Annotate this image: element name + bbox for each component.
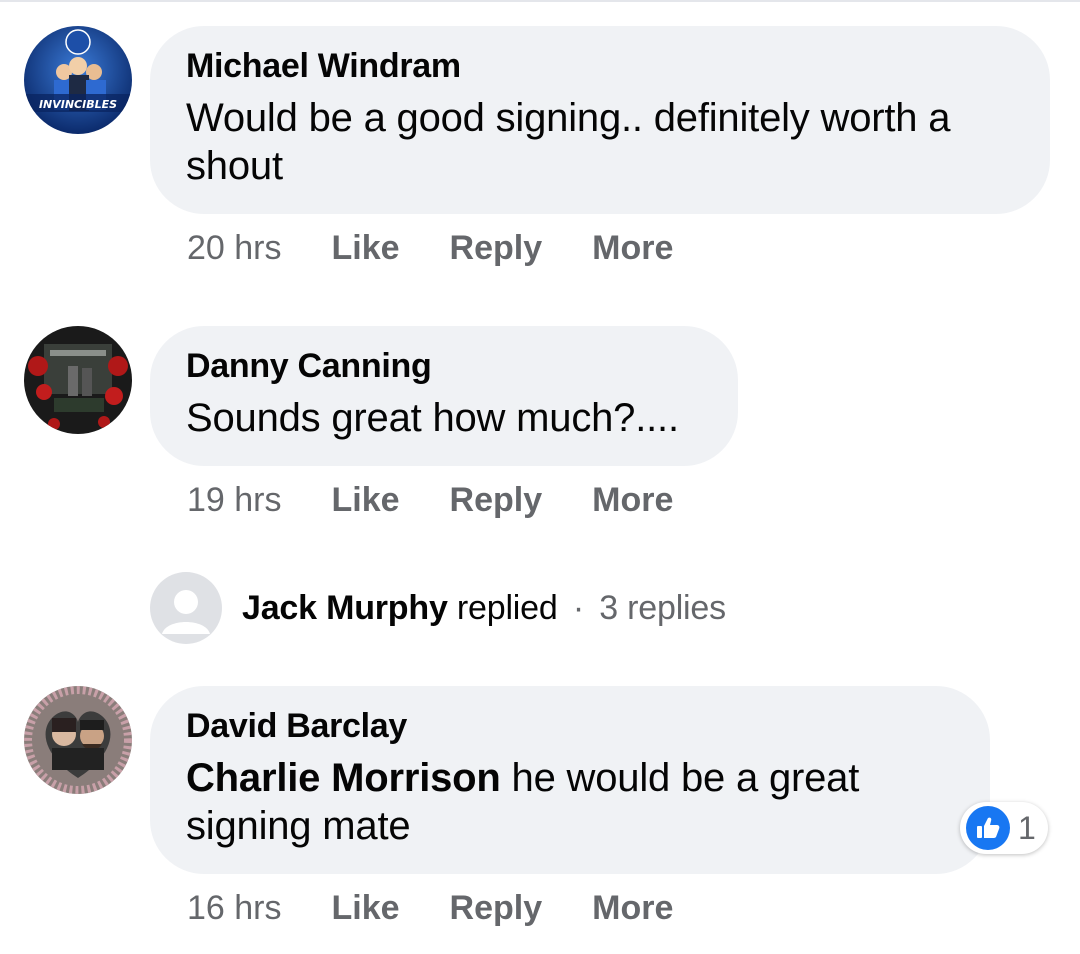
avatar[interactable] — [24, 686, 132, 794]
reply-button[interactable]: Reply — [450, 888, 543, 928]
avatar-image — [24, 686, 132, 794]
view-replies-link[interactable]: Jack Murphy replied · 3 replies — [150, 572, 726, 644]
comment-timestamp[interactable]: 16 hrs — [187, 888, 282, 928]
more-button[interactable]: More — [592, 228, 673, 268]
comment-author[interactable]: Michael Windram — [186, 46, 1014, 86]
reply-button[interactable]: Reply — [450, 228, 543, 268]
comment-actions: 16 hrs Like Reply More — [187, 888, 723, 928]
comment-timestamp[interactable]: 20 hrs — [187, 228, 282, 268]
more-button[interactable]: More — [592, 888, 673, 928]
thumbs-up-icon — [966, 806, 1010, 850]
reaction-count: 1 — [1018, 809, 1036, 846]
comment-author[interactable]: David Barclay — [186, 706, 954, 746]
comment-text: Would be a good signing.. definitely wor… — [186, 96, 951, 188]
avatar-image — [24, 326, 132, 434]
comment-timestamp[interactable]: 19 hrs — [187, 480, 282, 520]
default-avatar-icon — [150, 572, 222, 644]
replier-name: Jack Murphy — [242, 588, 448, 627]
svg-text:INVINCIBLES: INVINCIBLES — [39, 98, 117, 111]
comment-bubble: Danny Canning Sounds great how much?.... — [150, 326, 738, 466]
comment-actions: 19 hrs Like Reply More — [187, 480, 723, 520]
replies-summary: Jack Murphy replied · 3 replies — [242, 589, 726, 628]
reply-button[interactable]: Reply — [450, 480, 543, 520]
like-button[interactable]: Like — [332, 888, 400, 928]
comment-bubble: Michael Windram Would be a good signing.… — [150, 26, 1050, 214]
avatar[interactable]: INVINCIBLES — [24, 26, 132, 134]
avatar[interactable] — [24, 326, 132, 434]
replied-verb: replied — [456, 588, 558, 627]
separator-dot: · — [572, 588, 584, 627]
comment-bubble: David Barclay Charlie Morrison he would … — [150, 686, 990, 874]
mention-link[interactable]: Charlie Morrison — [186, 756, 501, 800]
more-button[interactable]: More — [592, 480, 673, 520]
comment-text: Sounds great how much?.... — [186, 396, 679, 440]
avatar-image: INVINCIBLES — [24, 26, 132, 134]
replies-count: 3 replies — [599, 588, 726, 627]
comment-text: Charlie Morrison he would be a great sig… — [186, 754, 906, 850]
comment-actions: 20 hrs Like Reply More — [187, 228, 723, 268]
like-button[interactable]: Like — [332, 480, 400, 520]
comment-author[interactable]: Danny Canning — [186, 346, 702, 386]
like-button[interactable]: Like — [332, 228, 400, 268]
reaction-summary[interactable]: 1 — [960, 802, 1048, 854]
top-divider — [0, 0, 1080, 2]
